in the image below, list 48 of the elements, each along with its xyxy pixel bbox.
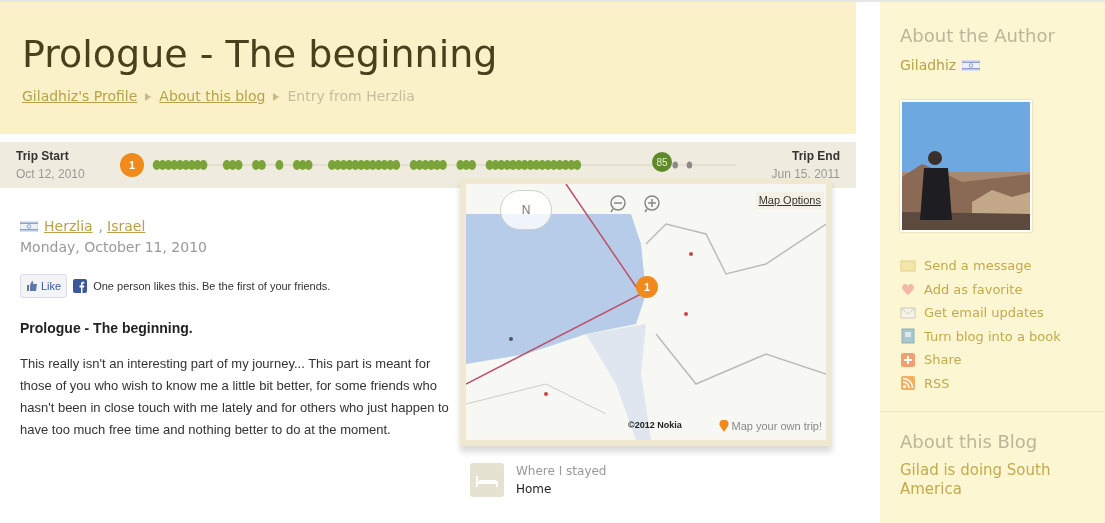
flag-icon xyxy=(20,221,38,232)
envelope-icon xyxy=(900,304,916,321)
plus-icon xyxy=(900,351,916,368)
page-title: Prologue - The beginning xyxy=(22,32,498,76)
map-copyright: ©2012 Nokia xyxy=(628,418,682,432)
breadcrumb-link[interactable]: About this blog xyxy=(159,86,266,107)
bed-icon xyxy=(470,463,504,497)
sidebar-action-link[interactable]: Share xyxy=(900,350,1105,370)
zoom-out-icon[interactable] xyxy=(608,194,628,214)
chevron-icon xyxy=(273,92,280,101)
facebook-icon xyxy=(73,279,88,293)
entry-heading: Prologue - The beginning. xyxy=(20,319,194,338)
timeline-end-label: Trip End xyxy=(792,148,840,165)
envelope-icon xyxy=(900,257,916,274)
location-link[interactable]: Israel xyxy=(107,216,146,237)
location-link[interactable]: Herzlia xyxy=(44,216,93,237)
section-heading: About this Blog xyxy=(900,430,1039,454)
sidebar-action-link[interactable]: Get email updates xyxy=(900,303,1105,323)
rss-icon xyxy=(900,375,916,392)
timeline-marker[interactable]: 1 xyxy=(120,153,144,177)
timeline-start-label: Trip Start xyxy=(16,148,70,165)
sidebar-action-link[interactable]: RSS xyxy=(900,373,1105,393)
book-icon xyxy=(900,328,916,345)
like-text: One person likes this. Be the first of your friends. xyxy=(93,278,331,294)
heart-icon xyxy=(900,281,916,298)
author-link[interactable]: Giladhiz xyxy=(900,55,957,76)
pin-icon xyxy=(718,419,729,432)
flag-icon xyxy=(962,60,981,71)
entry-date: Monday, October 11, 2010 xyxy=(20,238,208,257)
section-heading: About the Author xyxy=(900,24,1056,48)
breadcrumb-link[interactable]: Giladhiz's Profile xyxy=(22,86,138,107)
timeline-end-date: Jun 15, 2011 xyxy=(771,166,840,183)
timeline-start-date: Oct 12, 2010 xyxy=(16,166,86,183)
sidebar-action-link[interactable]: Turn blog into a book xyxy=(900,326,1105,346)
comma-separator: , xyxy=(98,217,104,236)
stay-value: Home xyxy=(516,481,553,498)
chevron-icon xyxy=(145,92,152,101)
like-button[interactable]: Like xyxy=(20,274,68,298)
map-your-trip-link[interactable]: Map your own trip! xyxy=(718,417,822,434)
thumbs-up-icon xyxy=(26,280,38,292)
blog-description: Gilad is doing South America xyxy=(900,461,1052,499)
stay-label: Where I stayed xyxy=(516,463,607,480)
entry-count-badge: 85 xyxy=(652,152,672,172)
sidebar-action-link[interactable]: Add as favorite xyxy=(900,279,1105,299)
map-options-link[interactable]: Map Options xyxy=(755,192,824,209)
entry-body: This really isn't an interesting part of my journey... This part is meant for those of you who wish to know me a little bit better, for some friends who hasn't been in close touch with me lately and for others who just happen to have too much free time and nothing better to do at the moment. xyxy=(20,355,450,439)
sidebar-action-link[interactable]: Send a message xyxy=(900,256,1105,276)
zoom-in-icon[interactable] xyxy=(642,194,662,214)
